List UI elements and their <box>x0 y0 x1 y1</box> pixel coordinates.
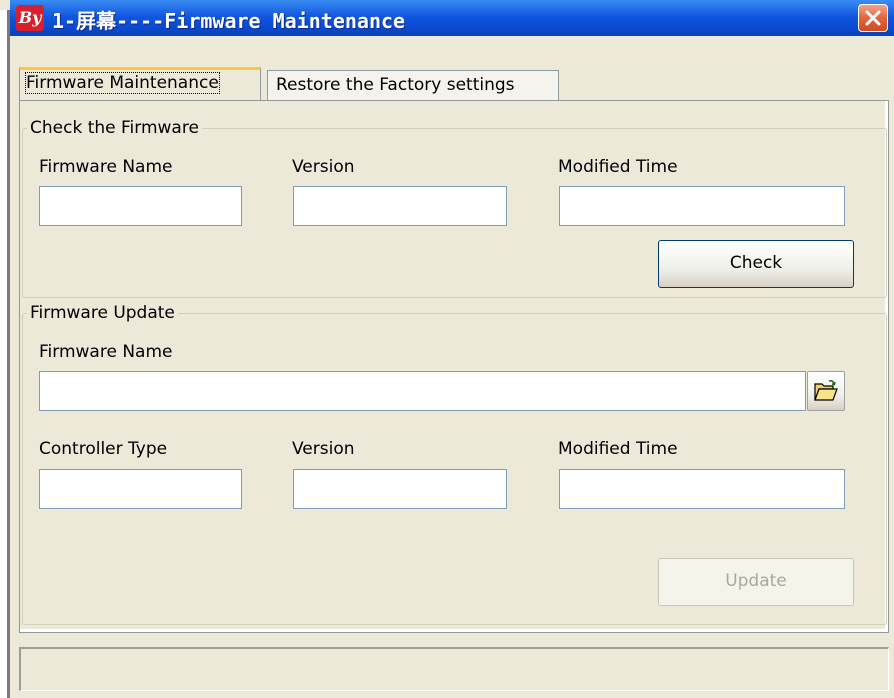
check-button[interactable]: Check <box>658 240 854 288</box>
controller-type-label: Controller Type <box>39 439 168 459</box>
version-field[interactable] <box>293 469 507 509</box>
version-label: Version <box>292 157 355 177</box>
firmware-update-group: Firmware Update Firmware Name Controller… <box>22 303 887 625</box>
group-legend: Check the Firmware <box>27 118 202 138</box>
group-legend: Firmware Update <box>27 303 178 323</box>
close-button[interactable] <box>858 4 888 32</box>
tab-panel: Check the Firmware Firmware Name Version… <box>19 100 889 633</box>
open-folder-icon <box>814 380 838 401</box>
tab-label: Firmware Maintenance <box>25 72 220 94</box>
tab-label: Restore the Factory settings <box>276 75 515 95</box>
status-bar <box>19 647 889 691</box>
version-field[interactable] <box>293 186 507 226</box>
app-logo-icon: By <box>16 5 44 31</box>
background-window-edge <box>0 10 10 698</box>
check-firmware-group: Check the Firmware Firmware Name Version… <box>22 118 887 298</box>
controller-type-field[interactable] <box>39 469 242 509</box>
firmware-maintenance-dialog: By 1-屏幕----Firmware Maintenance Firmware… <box>10 0 894 698</box>
modified-time-label: Modified Time <box>558 439 678 459</box>
window-title: 1-屏幕----Firmware Maintenance <box>52 9 406 33</box>
firmware-path-field[interactable] <box>39 371 806 411</box>
firmware-name-label: Firmware Name <box>39 342 173 362</box>
firmware-name-field[interactable] <box>39 186 242 226</box>
title-bar[interactable]: By 1-屏幕----Firmware Maintenance <box>10 0 894 36</box>
close-icon <box>865 10 881 26</box>
browse-button[interactable] <box>807 371 845 411</box>
tab-firmware-maintenance[interactable]: Firmware Maintenance <box>19 67 261 100</box>
modified-time-field[interactable] <box>559 186 845 226</box>
tab-restore-factory-settings[interactable]: Restore the Factory settings <box>267 70 559 100</box>
firmware-name-label: Firmware Name <box>39 157 173 177</box>
version-label: Version <box>292 439 355 459</box>
update-button[interactable]: Update <box>658 558 854 606</box>
modified-time-label: Modified Time <box>558 157 678 177</box>
modified-time-field[interactable] <box>559 469 845 509</box>
